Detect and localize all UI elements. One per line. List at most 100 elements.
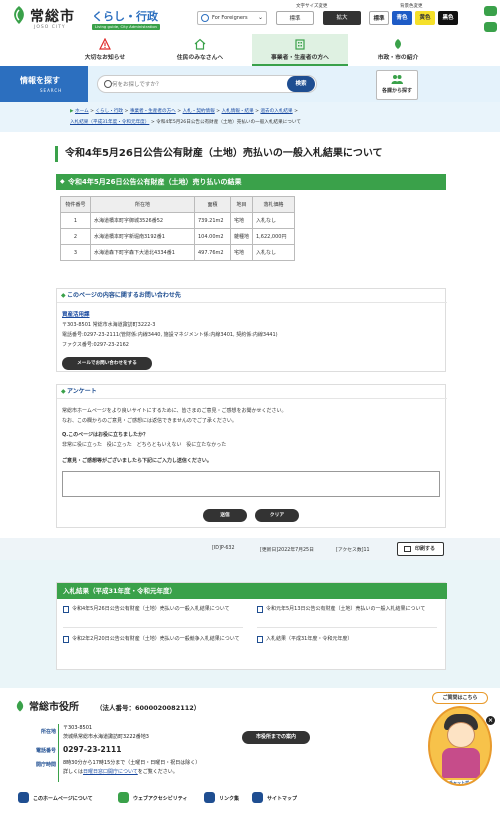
- font-size-large-button[interactable]: 拡大: [323, 11, 361, 25]
- survey-option-4[interactable]: 役に立たなかった: [186, 442, 226, 448]
- breadcrumb-businesses[interactable]: 事業者・生産者の方へ: [130, 109, 176, 114]
- breadcrumb-living[interactable]: くらし・行政: [95, 109, 123, 114]
- access-count: [アクセス数]11: [336, 548, 370, 553]
- nav-city-info[interactable]: 市政・市の紹介: [366, 34, 430, 66]
- office-phone: 0297-23-2111: [63, 745, 122, 754]
- office-name: 常総市役所: [29, 702, 79, 713]
- footer-link-text: ウェブアクセシビリティ: [133, 796, 188, 802]
- chatbot-widget[interactable]: ご質問はこちら チャットボット ×: [424, 692, 495, 792]
- related-link-text: 入札結果（平成31年度・令和元年度）: [266, 636, 353, 642]
- related-link-text: 令和2年2月20日公告公有財産（土地）売払いの一般競争入札結果について: [72, 636, 240, 642]
- chatbot-label: チャットボット: [442, 780, 484, 784]
- bg-black-button[interactable]: 黒色: [438, 11, 458, 25]
- table-cell: 2: [60, 228, 91, 245]
- info-icon: [18, 792, 29, 803]
- table-cell: 入札なし: [252, 212, 295, 229]
- nav-important-notices[interactable]: 大切なお知らせ: [70, 34, 140, 66]
- building-icon: [295, 39, 305, 50]
- related-link[interactable]: 令和2年2月20日公告公有財産（土地）売払いの一般競争入札結果について: [63, 635, 243, 644]
- sitemap-icon: [252, 792, 263, 803]
- global-nav: 大切なお知らせ 住民のみなさんへ 事業者・生産者の方へ 市政・市の紹介: [0, 34, 500, 66]
- col-header: 所在地: [90, 196, 195, 213]
- page-root: 常総市 JOSO CITY くらし・行政 Living guide, City …: [0, 0, 500, 820]
- survey-heading-text: アンケート: [67, 388, 97, 395]
- postal-code: 〒303-8501: [63, 725, 93, 731]
- footer-link-about[interactable]: このホームページについて: [18, 792, 93, 803]
- breadcrumb-bid-results[interactable]: 入札情報・結果: [222, 109, 254, 114]
- bg-blue-button[interactable]: 青色: [392, 11, 412, 25]
- font-size-standard-button[interactable]: 標準: [276, 11, 314, 25]
- inquiry-phone: 電話番号:0297-23-2111(管財係:内線3440, 施設マネジメント係:…: [62, 332, 278, 338]
- table-cell: 宅地: [230, 244, 253, 261]
- bg-standard-button[interactable]: 標準: [369, 11, 389, 25]
- bg-yellow-button[interactable]: 黄色: [415, 11, 435, 25]
- survey-option-1[interactable]: 非常に役に立った: [62, 442, 102, 448]
- bid-results-table: 物件番号 所在地 面積 地目 落札価格 1 水海道橋本町字御城3526番52 7…: [60, 196, 295, 261]
- search-label-text: 情報を探す: [20, 76, 60, 85]
- nav-businesses[interactable]: 事業者・生産者の方へ: [252, 34, 348, 66]
- chevron-down-icon: ⌄: [257, 14, 263, 21]
- search-label-en: SEARCH: [40, 88, 63, 93]
- document-icon: [257, 606, 263, 613]
- line-icon[interactable]: [484, 22, 497, 32]
- related-link[interactable]: 令和元年5月13日公告公有財産（土地）売払いの一般入札結果について: [257, 605, 437, 614]
- breadcrumb-past-results[interactable]: 過去の入札結果: [260, 109, 292, 114]
- hours-label: 開庁時間: [35, 762, 56, 768]
- search-by-department-button[interactable]: 各課から探す: [376, 70, 418, 100]
- table-cell: 739.21m2: [194, 212, 231, 229]
- mascot-image[interactable]: チャットボット: [428, 706, 492, 786]
- option-label: 非常に役に立った: [62, 442, 103, 448]
- nav-residents[interactable]: 住民のみなさんへ: [160, 34, 240, 66]
- survey-submit-button[interactable]: 送信: [203, 509, 247, 522]
- breadcrumb-bidding[interactable]: 入札・契約情報: [183, 109, 215, 114]
- table-row: 3 水海道森下町字森下大道北4334番1 497.76m2 宅地 入札なし: [60, 244, 295, 261]
- site-logo[interactable]: 常総市 JOSO CITY くらし・行政 Living guide, City …: [10, 5, 180, 31]
- survey-intro-1: 常総市ホームページをより良いサイトにするために、皆さまのご意見・ご感想をお聞かせ…: [62, 408, 287, 414]
- survey-option-2[interactable]: 役に立った: [107, 442, 132, 448]
- chevron-right-icon: ◆: [61, 292, 66, 299]
- city-emblem-icon: [14, 6, 24, 24]
- table-cell: 3: [60, 244, 91, 261]
- table-cell: 104.00m2: [194, 228, 231, 245]
- chatbot-bubble[interactable]: ご質問はこちら: [432, 692, 488, 704]
- sunday-service-link[interactable]: 日曜日窓口開庁について: [83, 769, 138, 775]
- link-icon: [204, 792, 215, 803]
- font-size-label: 文字サイズ変更: [296, 4, 328, 9]
- mail-inquiry-button[interactable]: メールでお問い合わせをする: [62, 357, 152, 370]
- divider: [58, 724, 59, 782]
- survey-comment-input[interactable]: [62, 471, 440, 497]
- inquiry-heading-text: このページの内容に関するお問い合わせ先: [67, 292, 181, 299]
- related-link-text: 令和4年5月26日公告公有財産（土地）売払いの一般入札結果について: [72, 606, 230, 612]
- search-button[interactable]: 検索: [287, 76, 315, 92]
- section-heading-text: 令和4年5月26日公告公有財産（土地）売り払いの結果: [68, 178, 242, 186]
- footer-link-links[interactable]: リンク集: [204, 792, 239, 803]
- chat-icon[interactable]: [484, 6, 497, 16]
- survey-clear-button[interactable]: クリア: [255, 509, 299, 522]
- related-link[interactable]: 令和4年5月26日公告公有財産（土地）売払いの一般入札結果について: [63, 605, 243, 614]
- print-label: 印刷する: [414, 546, 435, 552]
- foreign-label: For Foreigners: [212, 15, 248, 21]
- related-link[interactable]: 入札結果（平成31年度・令和元年度）: [257, 635, 437, 644]
- breadcrumb-h31-results[interactable]: 入札結果（平成31年度・令和元年度）: [70, 120, 149, 125]
- close-icon[interactable]: ×: [486, 716, 495, 725]
- footer-link-sitemap[interactable]: サイトマップ: [252, 792, 297, 803]
- directions-button[interactable]: 市役所までの案内: [242, 731, 310, 744]
- footer-link-accessibility[interactable]: ウェブアクセシビリティ: [118, 792, 187, 803]
- department-link[interactable]: 資産活用課: [62, 310, 90, 318]
- document-icon: [63, 606, 69, 613]
- breadcrumb-row-2: 入札結果（平成31年度・令和元年度） > 令和4年5月26日公告公有財産（土地）…: [70, 120, 301, 125]
- breadcrumb-home[interactable]: ホーム: [75, 109, 89, 114]
- page-title: 令和4年5月26日公告公有財産（土地）売払いの一般入札結果について: [55, 146, 455, 162]
- search-input[interactable]: [112, 78, 282, 91]
- table-cell: 水海道橋本町字御城3526番52: [90, 212, 195, 229]
- foreign-language-select[interactable]: For Foreigners ⌄: [197, 11, 267, 25]
- mascot-robe: [442, 748, 480, 778]
- print-button[interactable]: 印刷する: [397, 542, 444, 556]
- survey-option-3[interactable]: どちらともいえない: [137, 442, 182, 448]
- search-label: 情報を探す SEARCH: [0, 66, 88, 102]
- table-header-row: 物件番号 所在地 面積 地目 落札価格: [60, 196, 295, 213]
- divider: [257, 627, 437, 628]
- accessibility-icon: [118, 792, 129, 803]
- site-header: 常総市 JOSO CITY くらし・行政 Living guide, City …: [0, 0, 500, 34]
- globe-icon: [201, 14, 209, 22]
